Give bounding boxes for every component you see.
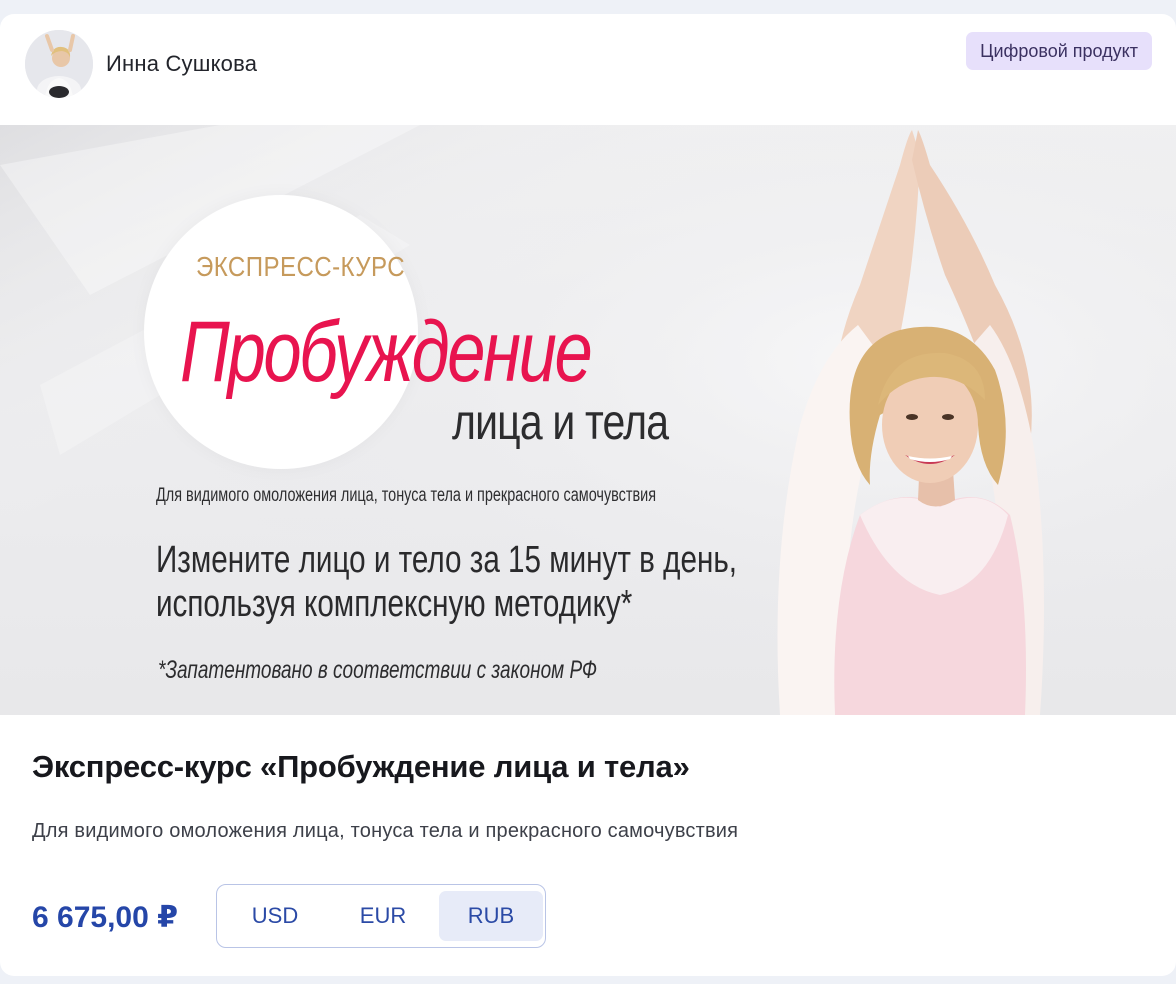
product-type-badge: Цифровой продукт [966, 32, 1152, 70]
banner-woman-figure [777, 130, 1044, 715]
banner-headline-line2: используя комплексную методику* [156, 583, 633, 625]
currency-option-eur[interactable]: EUR [331, 891, 435, 941]
product-description: Для видимого омоложения лица, тонуса тел… [32, 820, 739, 842]
banner-subtitle: Для видимого омоложения лица, тонуса тел… [156, 485, 657, 506]
product-header: Инна Сушкова Цифровой продукт [0, 14, 1176, 124]
product-card: Инна Сушкова Цифровой продукт ЭКСПРЕСС-К… [0, 14, 1176, 976]
product-title: Экспресс-курс «Пробуждение лица и тела» [32, 749, 690, 784]
banner-title: Пробуждение [180, 304, 593, 400]
banner-headline-line1: Измените лицо и тело за 15 минут в день, [156, 539, 737, 581]
product-price: 6 675,00 ₽ [32, 901, 178, 934]
banner-title-line2: лица и тела [452, 394, 669, 450]
product-banner-image: ЭКСПРЕСС-КУРС Пробуждение лица и тела Дл… [0, 125, 1176, 715]
currency-option-rub[interactable]: RUB [439, 891, 543, 941]
currency-option-usd[interactable]: USD [223, 891, 327, 941]
currency-switch: USD EUR RUB [216, 884, 546, 948]
banner-kicker: ЭКСПРЕСС-КУРС [196, 251, 406, 282]
author-avatar[interactable] [25, 30, 93, 98]
banner-note: *Запатентовано в соответствии с законом … [158, 656, 598, 684]
author-name[interactable]: Инна Сушкова [106, 51, 257, 77]
